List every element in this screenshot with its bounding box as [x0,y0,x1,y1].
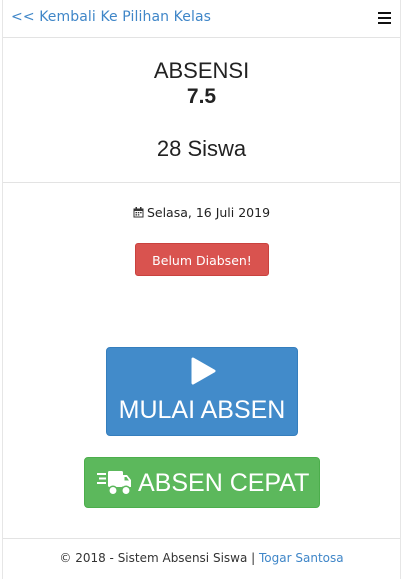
student-count: 28 Siswa [156,136,247,161]
top-navbar: << Kembali Ke Pilihan Kelas [3,0,400,38]
hamburger-menu-icon[interactable] [378,12,391,24]
footer-divider [3,538,400,539]
back-to-class-list-link[interactable]: << Kembali Ke Pilihan Kelas [11,9,211,25]
author-link[interactable]: Togar Santosa [259,551,344,565]
quick-attendance-button[interactable]: ABSEN CEPAT [84,457,320,508]
truck-fast-icon [97,471,131,496]
date-text: Selasa, 16 Juli 2019 [146,205,271,220]
attendance-date: Selasa, 16 Juli 2019 [3,205,400,221]
quick-attendance-label: ABSEN CEPAT [138,469,310,497]
copyright-text: © 2018 - Sistem Absensi Siswa | [59,551,256,565]
attendance-status-badge[interactable]: Belum Diabsen! [135,243,269,276]
section-divider [3,182,400,183]
start-attendance-button[interactable]: MULAI ABSEN [106,347,298,436]
start-attendance-label: MULAI ABSEN [118,396,286,424]
app-frame: << Kembali Ke Pilihan Kelas ABSENSI 7.5 … [2,0,401,579]
calendar-icon [133,207,144,218]
page-title: ABSENSI [153,58,250,83]
play-icon [191,357,216,385]
footer: © 2018 - Sistem Absensi Siswa | Togar Sa… [3,551,400,565]
class-code: 7.5 [186,85,217,108]
